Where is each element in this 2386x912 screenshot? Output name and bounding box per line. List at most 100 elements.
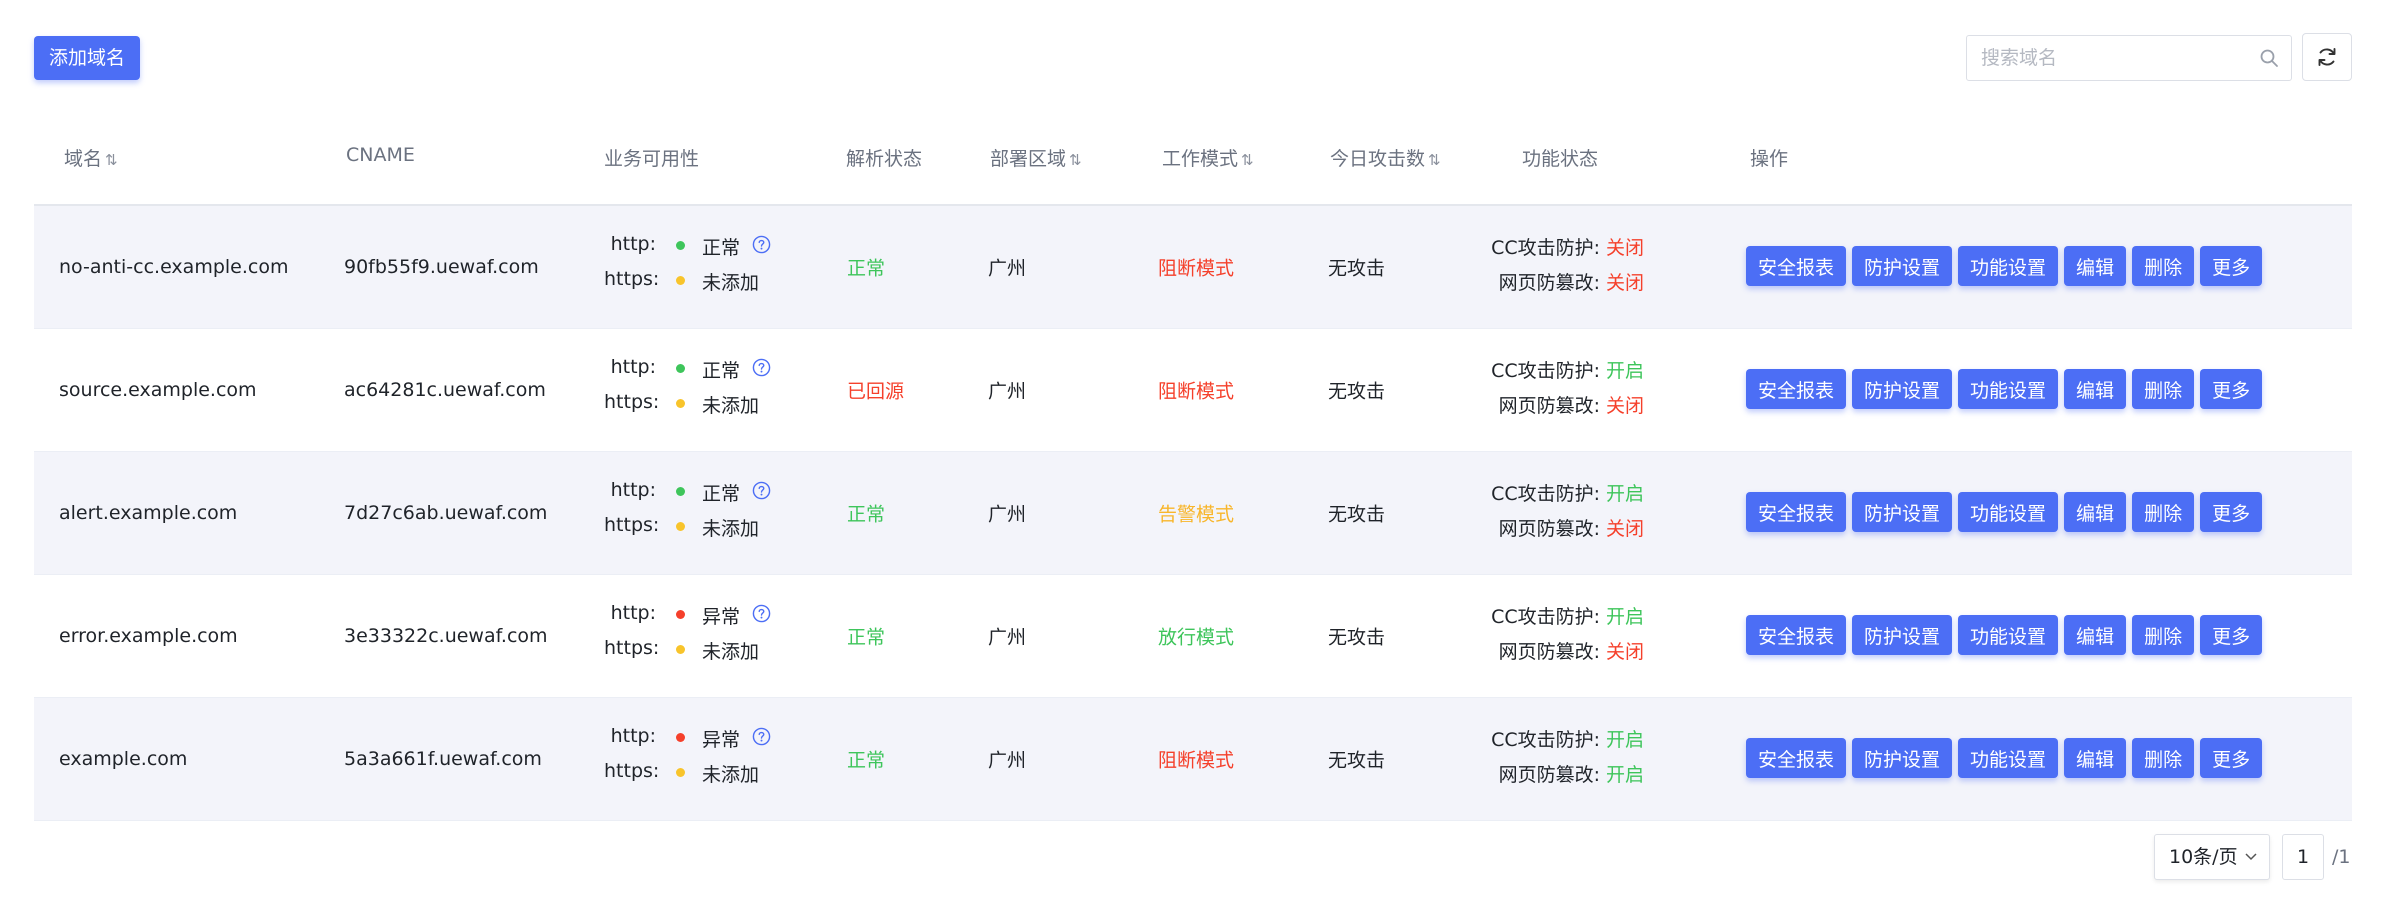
http-label: http: [610, 356, 656, 378]
status-dot [676, 645, 685, 654]
edit-button[interactable]: 编辑 [2064, 738, 2127, 778]
availability-cell: http: 正常 https: 未添加 [604, 233, 824, 303]
delete-button[interactable]: 删除 [2132, 492, 2195, 532]
table-row: error.example.com 3e33322c.uewaf.com http:… [34, 575, 2352, 698]
col-domain[interactable]: 域名 ⇅ [64, 144, 118, 171]
help-icon[interactable] [752, 481, 771, 500]
more-button[interactable]: 更多 [2200, 492, 2263, 532]
security-report-button[interactable]: 安全报表 [1746, 246, 1847, 286]
mode-cell: 阻断模式 [1158, 380, 1235, 403]
cname-cell: 7d27c6ab.uewaf.com [344, 502, 548, 524]
status-dot [676, 399, 685, 408]
col-dns-status: 解析状态 [846, 148, 923, 170]
toolbar: 添加域名 [0, 0, 2386, 100]
add-domain-button[interactable]: 添加域名 [34, 36, 141, 80]
delete-button[interactable]: 删除 [2132, 615, 2195, 655]
mode-cell: 放行模式 [1158, 626, 1235, 649]
region-cell: 广州 [988, 380, 1027, 403]
attacks-cell: 无攻击 [1328, 749, 1386, 772]
search-input[interactable] [1967, 36, 2247, 80]
http-label: http: [610, 602, 656, 624]
help-icon[interactable] [752, 604, 771, 623]
protection-settings-button[interactable]: 防护设置 [1852, 369, 1953, 409]
protection-settings-button[interactable]: 防护设置 [1852, 615, 1953, 655]
feature-settings-button[interactable]: 功能设置 [1958, 738, 2059, 778]
delete-button[interactable]: 删除 [2132, 369, 2195, 409]
dns-status-cell: 正常 [847, 257, 886, 280]
more-button[interactable]: 更多 [2200, 738, 2263, 778]
delete-button[interactable]: 删除 [2132, 738, 2195, 778]
cc-status: 开启 [1606, 606, 1645, 628]
security-report-button[interactable]: 安全报表 [1746, 492, 1847, 532]
col-attacks[interactable]: 今日攻击数 ⇅ [1330, 144, 1441, 171]
refresh-button[interactable] [2302, 33, 2352, 81]
page-size-select[interactable]: 10条/页 [2154, 834, 2270, 880]
dns-status-cell: 正常 [847, 503, 886, 526]
feature-settings-button[interactable]: 功能设置 [1958, 246, 2059, 286]
availability-cell: http: 正常 https: 未添加 [604, 479, 824, 549]
http-status: 正常 [702, 483, 741, 505]
protection-settings-button[interactable]: 防护设置 [1852, 738, 1953, 778]
https-label: https: [604, 760, 660, 782]
http-label: http: [610, 233, 656, 255]
tamper-status: 开启 [1606, 764, 1645, 786]
edit-button[interactable]: 编辑 [2064, 369, 2127, 409]
more-button[interactable]: 更多 [2200, 615, 2263, 655]
current-page-input[interactable]: 1 [2282, 834, 2324, 880]
help-icon[interactable] [752, 727, 771, 746]
more-button[interactable]: 更多 [2200, 369, 2263, 409]
security-report-button[interactable]: 安全报表 [1746, 738, 1847, 778]
tamper-status: 关闭 [1606, 272, 1645, 294]
total-pages: /1 [2332, 846, 2351, 868]
sort-icon[interactable]: ⇅ [1241, 151, 1254, 169]
https-status: 未添加 [702, 764, 760, 786]
domain-cell: error.example.com [59, 625, 238, 647]
search-box[interactable] [1966, 35, 2292, 81]
cc-label: CC攻击防护: [1491, 483, 1600, 505]
tamper-label: 网页防篡改: [1498, 395, 1600, 417]
security-report-button[interactable]: 安全报表 [1746, 369, 1847, 409]
tamper-label: 网页防篡改: [1498, 764, 1600, 786]
help-icon[interactable] [752, 235, 771, 254]
status-dot [676, 487, 685, 496]
cc-status: 开启 [1606, 729, 1645, 751]
region-cell: 广州 [988, 626, 1027, 649]
mode-cell: 告警模式 [1158, 503, 1235, 526]
col-mode[interactable]: 工作模式 ⇅ [1162, 144, 1254, 171]
protection-settings-button[interactable]: 防护设置 [1852, 492, 1953, 532]
attacks-cell: 无攻击 [1328, 503, 1386, 526]
protection-settings-button[interactable]: 防护设置 [1852, 246, 1953, 286]
feature-settings-button[interactable]: 功能设置 [1958, 369, 2059, 409]
https-status: 未添加 [702, 272, 760, 294]
security-report-button[interactable]: 安全报表 [1746, 615, 1847, 655]
http-label: http: [610, 725, 656, 747]
availability-cell: http: 异常 https: 未添加 [604, 602, 824, 672]
features-cell: CC攻击防护: 关闭 网页防篡改: 关闭 [1484, 233, 1704, 303]
edit-button[interactable]: 编辑 [2064, 246, 2127, 286]
https-label: https: [604, 514, 660, 536]
table-header: 域名 ⇅ CNAME 业务可用性 解析状态 部署区域 ⇅ 工作模式 ⇅ 今日攻击数 ⇅ … [34, 110, 2352, 206]
table-row: no-anti-cc.example.com 90fb55f9.uewaf.com… [34, 206, 2352, 329]
dns-status-cell: 正常 [847, 626, 886, 649]
table-body: no-anti-cc.example.com 90fb55f9.uewaf.com… [34, 206, 2352, 821]
status-dot [676, 364, 685, 373]
status-dot [676, 768, 685, 777]
https-status: 未添加 [702, 641, 760, 663]
feature-settings-button[interactable]: 功能设置 [1958, 615, 2059, 655]
col-region[interactable]: 部署区域 ⇅ [990, 144, 1082, 171]
table-row: alert.example.com 7d27c6ab.uewaf.com http:… [34, 452, 2352, 575]
more-button[interactable]: 更多 [2200, 246, 2263, 286]
sort-icon[interactable]: ⇅ [105, 151, 118, 169]
edit-button[interactable]: 编辑 [2064, 615, 2127, 655]
help-icon[interactable] [752, 358, 771, 377]
sort-icon[interactable]: ⇅ [1069, 151, 1082, 169]
edit-button[interactable]: 编辑 [2064, 492, 2127, 532]
sort-icon[interactable]: ⇅ [1428, 151, 1441, 169]
delete-button[interactable]: 删除 [2132, 246, 2195, 286]
mode-cell: 阻断模式 [1158, 257, 1235, 280]
feature-settings-button[interactable]: 功能设置 [1958, 492, 2059, 532]
cc-status: 开启 [1606, 483, 1645, 505]
cc-label: CC攻击防护: [1491, 360, 1600, 382]
http-status: 正常 [702, 360, 741, 382]
search-icon[interactable] [2259, 48, 2279, 68]
